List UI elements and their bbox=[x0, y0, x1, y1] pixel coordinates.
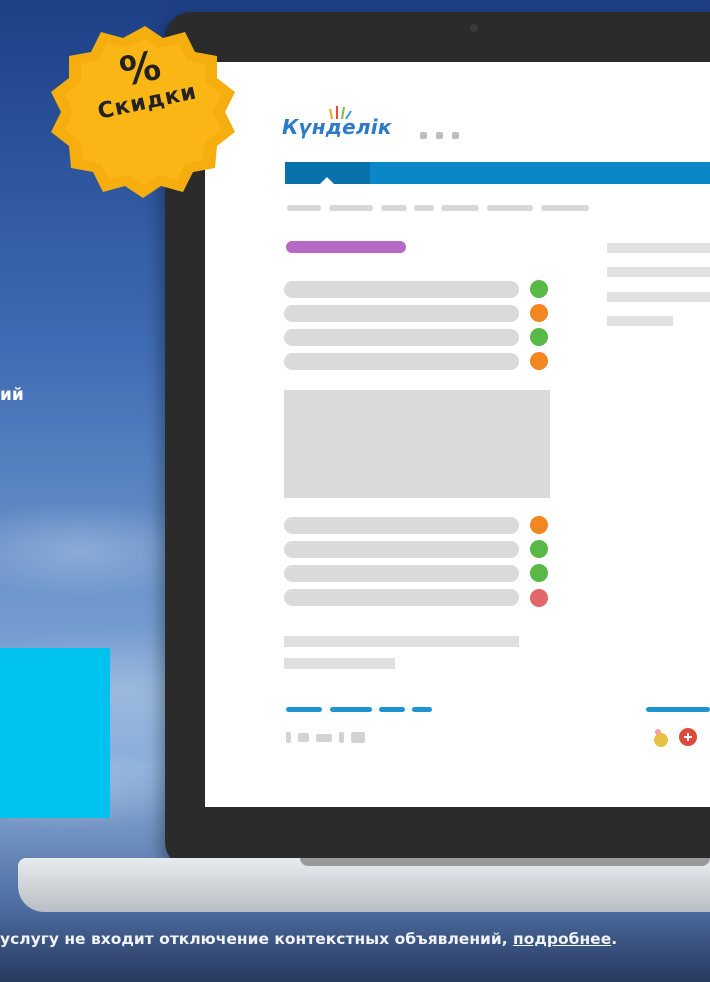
grade-dot bbox=[530, 328, 548, 346]
subnav-item[interactable] bbox=[287, 205, 321, 211]
list-item bbox=[284, 541, 519, 558]
laptop-hinge bbox=[300, 858, 710, 866]
subnav-item[interactable] bbox=[441, 205, 479, 211]
list-item bbox=[284, 353, 519, 370]
nav-active-indicator bbox=[320, 177, 334, 184]
subnav-item[interactable] bbox=[541, 205, 589, 211]
subnav-item[interactable] bbox=[329, 205, 373, 211]
footer-link[interactable] bbox=[379, 707, 405, 712]
badge-app-icon[interactable] bbox=[654, 729, 668, 747]
text-line bbox=[284, 658, 395, 669]
list-item bbox=[284, 565, 519, 582]
vk-icon[interactable] bbox=[316, 733, 332, 742]
facebook-icon[interactable] bbox=[286, 732, 291, 743]
sidebar-line bbox=[607, 267, 710, 277]
footer-note-text: услугу не входит отключение контекстных … bbox=[0, 930, 514, 948]
footer-link[interactable] bbox=[412, 707, 432, 712]
cyan-panel bbox=[0, 648, 110, 818]
user-icon[interactable] bbox=[436, 132, 443, 139]
list-item bbox=[284, 329, 519, 346]
list-item bbox=[284, 517, 519, 534]
sidebar-line bbox=[607, 243, 710, 253]
grade-dot bbox=[530, 304, 548, 322]
odnoklassniki-icon[interactable] bbox=[339, 732, 344, 743]
sidebar-line bbox=[607, 292, 710, 302]
laptop-base bbox=[18, 858, 710, 912]
subnav-item[interactable] bbox=[487, 205, 533, 211]
content-block bbox=[284, 390, 550, 498]
twitter-icon[interactable] bbox=[298, 733, 309, 742]
grade-dot bbox=[530, 564, 548, 582]
grade-dot bbox=[530, 589, 548, 607]
header-icons bbox=[420, 132, 459, 139]
footer-note: услугу не входит отключение контекстных … bbox=[0, 930, 710, 948]
grade-dot bbox=[530, 540, 548, 558]
subnav-item[interactable] bbox=[414, 205, 434, 211]
more-details-link[interactable]: подробнее bbox=[513, 930, 611, 948]
grade-dot bbox=[530, 352, 548, 370]
message-icon[interactable] bbox=[420, 132, 427, 139]
footer-link[interactable] bbox=[646, 707, 710, 712]
list-item bbox=[284, 281, 519, 298]
footer-note-end: . bbox=[611, 930, 618, 948]
left-heading-fragment: ий bbox=[0, 385, 24, 405]
logo-rays-icon bbox=[329, 106, 352, 120]
footer-link[interactable] bbox=[330, 707, 372, 712]
grade-dot bbox=[530, 516, 548, 534]
list-item bbox=[284, 589, 519, 606]
social-icons bbox=[286, 732, 365, 743]
bell-icon[interactable] bbox=[452, 132, 459, 139]
laptop-camera bbox=[470, 24, 478, 32]
subnav-item[interactable] bbox=[381, 205, 407, 211]
grade-dot bbox=[530, 280, 548, 298]
section-heading-bar bbox=[286, 241, 406, 253]
youtube-icon[interactable] bbox=[351, 732, 365, 743]
google-plus-icon[interactable] bbox=[679, 728, 697, 746]
text-line bbox=[284, 636, 519, 647]
list-item bbox=[284, 305, 519, 322]
footer-link[interactable] bbox=[286, 707, 322, 712]
sidebar-line bbox=[607, 316, 673, 326]
app-icons bbox=[654, 728, 697, 747]
